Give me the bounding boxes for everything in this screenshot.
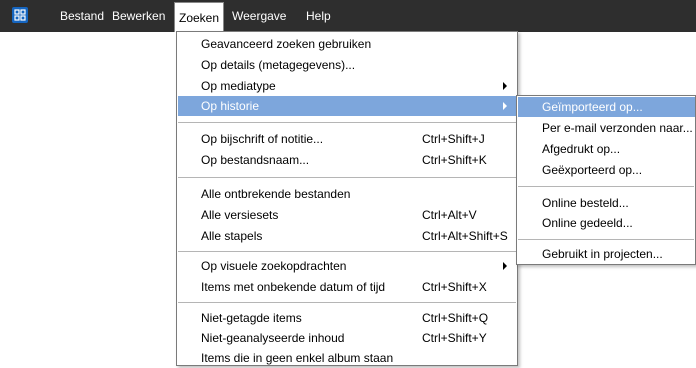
menu-bar: Bestand Bewerken Zoeken Weergave Help [0,0,696,32]
app-grid-icon[interactable] [12,7,28,23]
menu-item-label: Alle stapels [201,229,263,243]
submenu-item-label: Gebruikt in projecten... [542,247,663,261]
menu-item-geen-album[interactable]: Items die in geen enkel album staan [178,348,516,368]
submenu-item-label: Per e-mail verzonden naar... [542,121,693,135]
menu-item-geavanceerd-zoeken[interactable]: Geavanceerd zoeken gebruiken [178,34,516,54]
submenu-item-label: Geïmporteerd op... [542,100,643,114]
zoeken-dropdown-menu: Geavanceerd zoeken gebruiken Op details … [176,31,518,366]
submenu-item-label: Geëxporteerd op... [542,163,643,177]
menu-item-shortcut: Ctrl+Shift+J [422,132,485,146]
menu-weergave[interactable]: Weergave [232,0,286,32]
menu-item-shortcut: Ctrl+Alt+Shift+S [422,229,508,243]
menu-item-label: Op bestandsnaam... [201,153,310,167]
submenu-arrow-icon [503,262,507,270]
menu-separator [178,302,516,303]
menu-item-label: Niet-geanalyseerde inhoud [201,331,345,345]
menu-item-label: Op historie [201,99,260,113]
menu-separator [518,239,694,240]
submenu-item-label: Online besteld... [542,196,629,210]
menu-separator [178,177,516,178]
submenu-arrow-icon [503,102,507,110]
menu-item-label: Niet-getagde items [201,311,302,325]
menu-item-label: Op bijschrift of notitie... [201,132,324,146]
menu-item-label: Alle versiesets [201,208,279,222]
submenu-item-geexporteerd[interactable]: Geëxporteerd op... [518,160,695,180]
submenu-item-email-verzonden[interactable]: Per e-mail verzonden naar... [518,118,695,138]
menu-item-shortcut: Ctrl+Shift+Q [422,311,489,325]
menu-item-shortcut: Ctrl+Shift+K [422,153,487,167]
submenu-arrow-icon [503,82,507,90]
menu-bewerken[interactable]: Bewerken [112,0,165,32]
menu-separator [178,122,516,123]
menu-item-label: Op details (metagegevens)... [201,58,356,72]
menu-bestand[interactable]: Bestand [60,0,104,32]
submenu-item-gebruikt-in-projecten[interactable]: Gebruikt in projecten... [518,244,695,264]
submenu-item-afgedrukt[interactable]: Afgedrukt op... [518,139,695,159]
menu-item-op-details[interactable]: Op details (metagegevens)... [178,55,516,75]
menu-item-shortcut: Ctrl+Alt+V [422,208,477,222]
menu-zoeken[interactable]: Zoeken [174,2,225,32]
menu-item-label: Op visuele zoekopdrachten [201,259,347,273]
menu-item-onbekende-datum[interactable]: Items met onbekende datum of tijd Ctrl+S… [178,277,516,297]
menu-item-label: Items met onbekende datum of tijd [201,280,386,294]
historie-submenu: Geïmporteerd op... Per e-mail verzonden … [516,95,696,265]
menu-item-label: Alle ontbrekende bestanden [201,187,351,201]
menu-item-label: Op mediatype [201,79,276,93]
menu-item-shortcut: Ctrl+Shift+X [422,280,487,294]
menu-item-op-mediatype[interactable]: Op mediatype [178,76,516,96]
menu-item-alle-stapels[interactable]: Alle stapels Ctrl+Alt+Shift+S [178,226,516,246]
submenu-item-online-gedeeld[interactable]: Online gedeeld... [518,213,695,233]
menu-item-niet-getagde-items[interactable]: Niet-getagde items Ctrl+Shift+Q [178,308,516,328]
menu-separator [178,251,516,252]
menu-item-op-bestandsnaam[interactable]: Op bestandsnaam... Ctrl+Shift+K [178,150,516,170]
submenu-item-geimporteerd[interactable]: Geïmporteerd op... [518,97,695,117]
menu-item-label: Items die in geen enkel album staan [201,351,394,365]
submenu-item-label: Afgedrukt op... [542,142,621,156]
menu-item-op-visuele-zoekopdrachten[interactable]: Op visuele zoekopdrachten [178,256,516,276]
menu-item-niet-geanalyseerde-inhoud[interactable]: Niet-geanalyseerde inhoud Ctrl+Shift+Y [178,328,516,348]
menu-item-op-historie[interactable]: Op historie [178,96,516,116]
menu-item-op-bijschrift[interactable]: Op bijschrift of notitie... Ctrl+Shift+J [178,129,516,149]
menu-item-label: Geavanceerd zoeken gebruiken [201,37,372,51]
menu-help[interactable]: Help [306,0,331,32]
submenu-item-label: Online gedeeld... [542,216,633,230]
menu-item-alle-ontbrekende-bestanden[interactable]: Alle ontbrekende bestanden [178,184,516,204]
menu-item-shortcut: Ctrl+Shift+Y [422,331,487,345]
menu-item-alle-versiesets[interactable]: Alle versiesets Ctrl+Alt+V [178,205,516,225]
submenu-item-online-besteld[interactable]: Online besteld... [518,193,695,213]
menu-separator [518,186,694,187]
